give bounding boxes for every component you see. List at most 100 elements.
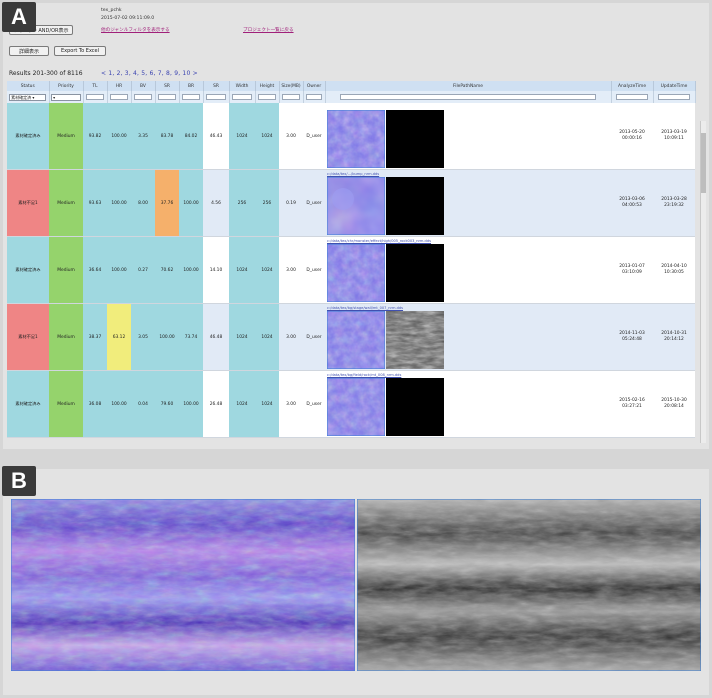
metric-cell: 0.27 <box>131 236 155 304</box>
height-cell: 1024 <box>255 103 279 170</box>
col-priority[interactable]: Priority <box>49 81 84 91</box>
filter-row: 素材確定済 ▾ ▾ <box>7 91 696 103</box>
metric-cell: 79.60 <box>155 370 179 438</box>
br-filter-input[interactable] <box>181 94 201 100</box>
metric-cell: 26.48 <box>203 370 229 438</box>
metric-cell: 100.00 <box>107 169 131 237</box>
analyze-time-cell: 2013-01-07 03:10:09 <box>611 236 653 304</box>
metric-cell: 0.04 <box>131 370 155 438</box>
metric-cell: 8.00 <box>131 169 155 237</box>
priority-filter-select[interactable]: ▾ <box>51 93 81 101</box>
project-list-link[interactable]: プロジェクト一覧に戻る <box>243 27 294 33</box>
col-update-time[interactable]: UpdateTime <box>653 81 696 91</box>
metric-cell: 38.37 <box>83 303 107 371</box>
filepath-cell: c:/data/tex/bg/field/rock/mt_008_nrm.dds <box>325 370 611 438</box>
metric-cell: 46.48 <box>203 303 229 371</box>
pagination[interactable]: < 1, 2, 3, 4, 5, 6, 7, 8, 9, 10 > <box>101 70 198 77</box>
col-height[interactable]: Height <box>255 81 280 91</box>
status-cell: 素材不足1 <box>7 169 49 237</box>
project-date: 2015-07-02 09:11:09.0 <box>101 16 155 21</box>
table-scrollbar[interactable] <box>700 121 706 443</box>
analyze-time-cell: 2014-11-03 05:24:48 <box>611 303 653 371</box>
other-filter-link[interactable]: 他のジャンルフィルタを表示する <box>101 27 170 33</box>
update-time-cell: 2013-03-28 23:19:32 <box>653 169 695 237</box>
size-cell: 3.00 <box>279 303 303 371</box>
height-map-thumbnail[interactable] <box>386 310 444 369</box>
height-map-image <box>357 499 701 671</box>
metric-cell: 100.00 <box>179 236 203 304</box>
metric-cell: 100.00 <box>179 169 203 237</box>
normal-map-thumbnail[interactable] <box>327 243 385 302</box>
filepath-cell: c:/data/tex/bg/stage/wall/mt_007_nrm.dds <box>325 303 611 371</box>
owner-filter-input[interactable] <box>305 94 323 100</box>
priority-cell: Medium <box>49 236 83 304</box>
height-cell: 1024 <box>255 303 279 371</box>
table-row[interactable]: 素材確定済み Medium 93.82 100.00 3.35 83.78 84.02 46.… <box>7 103 695 170</box>
size-cell: 0.19 <box>279 169 303 237</box>
size-filter-input[interactable] <box>281 94 301 100</box>
table-row[interactable]: 素材不足1 Medium 93.63 100.00 8.00 37.76 100.00 4.5… <box>7 169 695 237</box>
status-cell: 素材確定済み <box>7 236 49 304</box>
filepath-cell <box>325 103 611 170</box>
height-map-thumbnail[interactable] <box>386 243 444 302</box>
normal-map-thumbnail[interactable] <box>327 310 385 369</box>
analyze-filter-input[interactable] <box>615 94 649 100</box>
col-bv[interactable]: BV <box>131 81 156 91</box>
size-cell: 3.00 <box>279 103 303 170</box>
height-map-thumbnail[interactable] <box>386 109 444 168</box>
metric-cell: 100.00 <box>107 103 131 170</box>
table-row[interactable]: 素材確定済み Medium 36.64 100.00 0.27 70.62 100.00 14… <box>7 236 695 304</box>
col-owner[interactable]: Owner <box>303 81 326 91</box>
col-br[interactable]: BR <box>179 81 204 91</box>
width-cell: 1024 <box>229 303 255 371</box>
height-cell: 1024 <box>255 236 279 304</box>
texture-table: Status Priority TL HR BV SR BR SR Width … <box>7 81 696 438</box>
height-cell: 1024 <box>255 370 279 438</box>
metric-cell: 100.00 <box>107 236 131 304</box>
height-map-thumbnail[interactable] <box>386 176 444 235</box>
metric-cell: 84.02 <box>179 103 203 170</box>
tl-filter-input[interactable] <box>85 94 105 100</box>
col-width[interactable]: Width <box>229 81 256 91</box>
col-sr2[interactable]: SR <box>203 81 230 91</box>
detail-button[interactable]: 詳細表示 <box>9 46 49 56</box>
priority-cell: Medium <box>49 370 83 438</box>
update-filter-input[interactable] <box>657 94 691 100</box>
size-cell: 3.00 <box>279 370 303 438</box>
col-analyze-time[interactable]: AnalyzeTime <box>611 81 654 91</box>
col-hr[interactable]: HR <box>107 81 132 91</box>
width-filter-input[interactable] <box>232 94 252 100</box>
table-row[interactable]: 素材不足1 Medium 38.37 63.12 3.05 100.00 73.74 46.4… <box>7 303 695 371</box>
normal-map-thumbnail[interactable] <box>327 377 385 436</box>
normal-map-thumbnail[interactable] <box>327 176 385 235</box>
col-status[interactable]: Status <box>7 81 50 91</box>
col-size[interactable]: Size(MB) <box>279 81 304 91</box>
normal-map-thumbnail[interactable] <box>327 109 385 168</box>
status-cell: 素材確定済み <box>7 103 49 170</box>
status-cell: 素材不足1 <box>7 303 49 371</box>
export-excel-button[interactable]: Export To Excel <box>54 46 106 56</box>
panel-a-label: A <box>2 2 36 32</box>
sr2-filter-input[interactable] <box>206 94 226 100</box>
filepath-filter-input[interactable] <box>339 94 597 100</box>
status-filter-select[interactable]: 素材確定済 ▾ <box>9 93 47 101</box>
table-row[interactable]: 素材確定済み Medium 36.08 100.00 0.04 79.60 100.00 26… <box>7 370 695 438</box>
scrollbar-thumb[interactable] <box>701 133 706 193</box>
col-tl[interactable]: TL <box>83 81 108 91</box>
sr-filter-input[interactable] <box>157 94 177 100</box>
width-cell: 1024 <box>229 103 255 170</box>
height-map-thumbnail[interactable] <box>386 377 444 436</box>
hr-filter-input[interactable] <box>109 94 129 100</box>
priority-cell: Medium <box>49 303 83 371</box>
width-cell: 256 <box>229 169 255 237</box>
update-time-cell: 2014-10-31 20:14:12 <box>653 303 695 371</box>
col-sr[interactable]: SR <box>155 81 180 91</box>
update-time-cell: 2015-10-30 20:08:14 <box>653 370 695 438</box>
height-filter-input[interactable] <box>257 94 277 100</box>
panel-b <box>3 469 709 695</box>
metric-cell: 37.76 <box>155 169 179 237</box>
col-filepath[interactable]: FilePathName <box>325 81 612 91</box>
bv-filter-input[interactable] <box>133 94 153 100</box>
status-cell: 素材確定済み <box>7 370 49 438</box>
size-cell: 3.00 <box>279 236 303 304</box>
